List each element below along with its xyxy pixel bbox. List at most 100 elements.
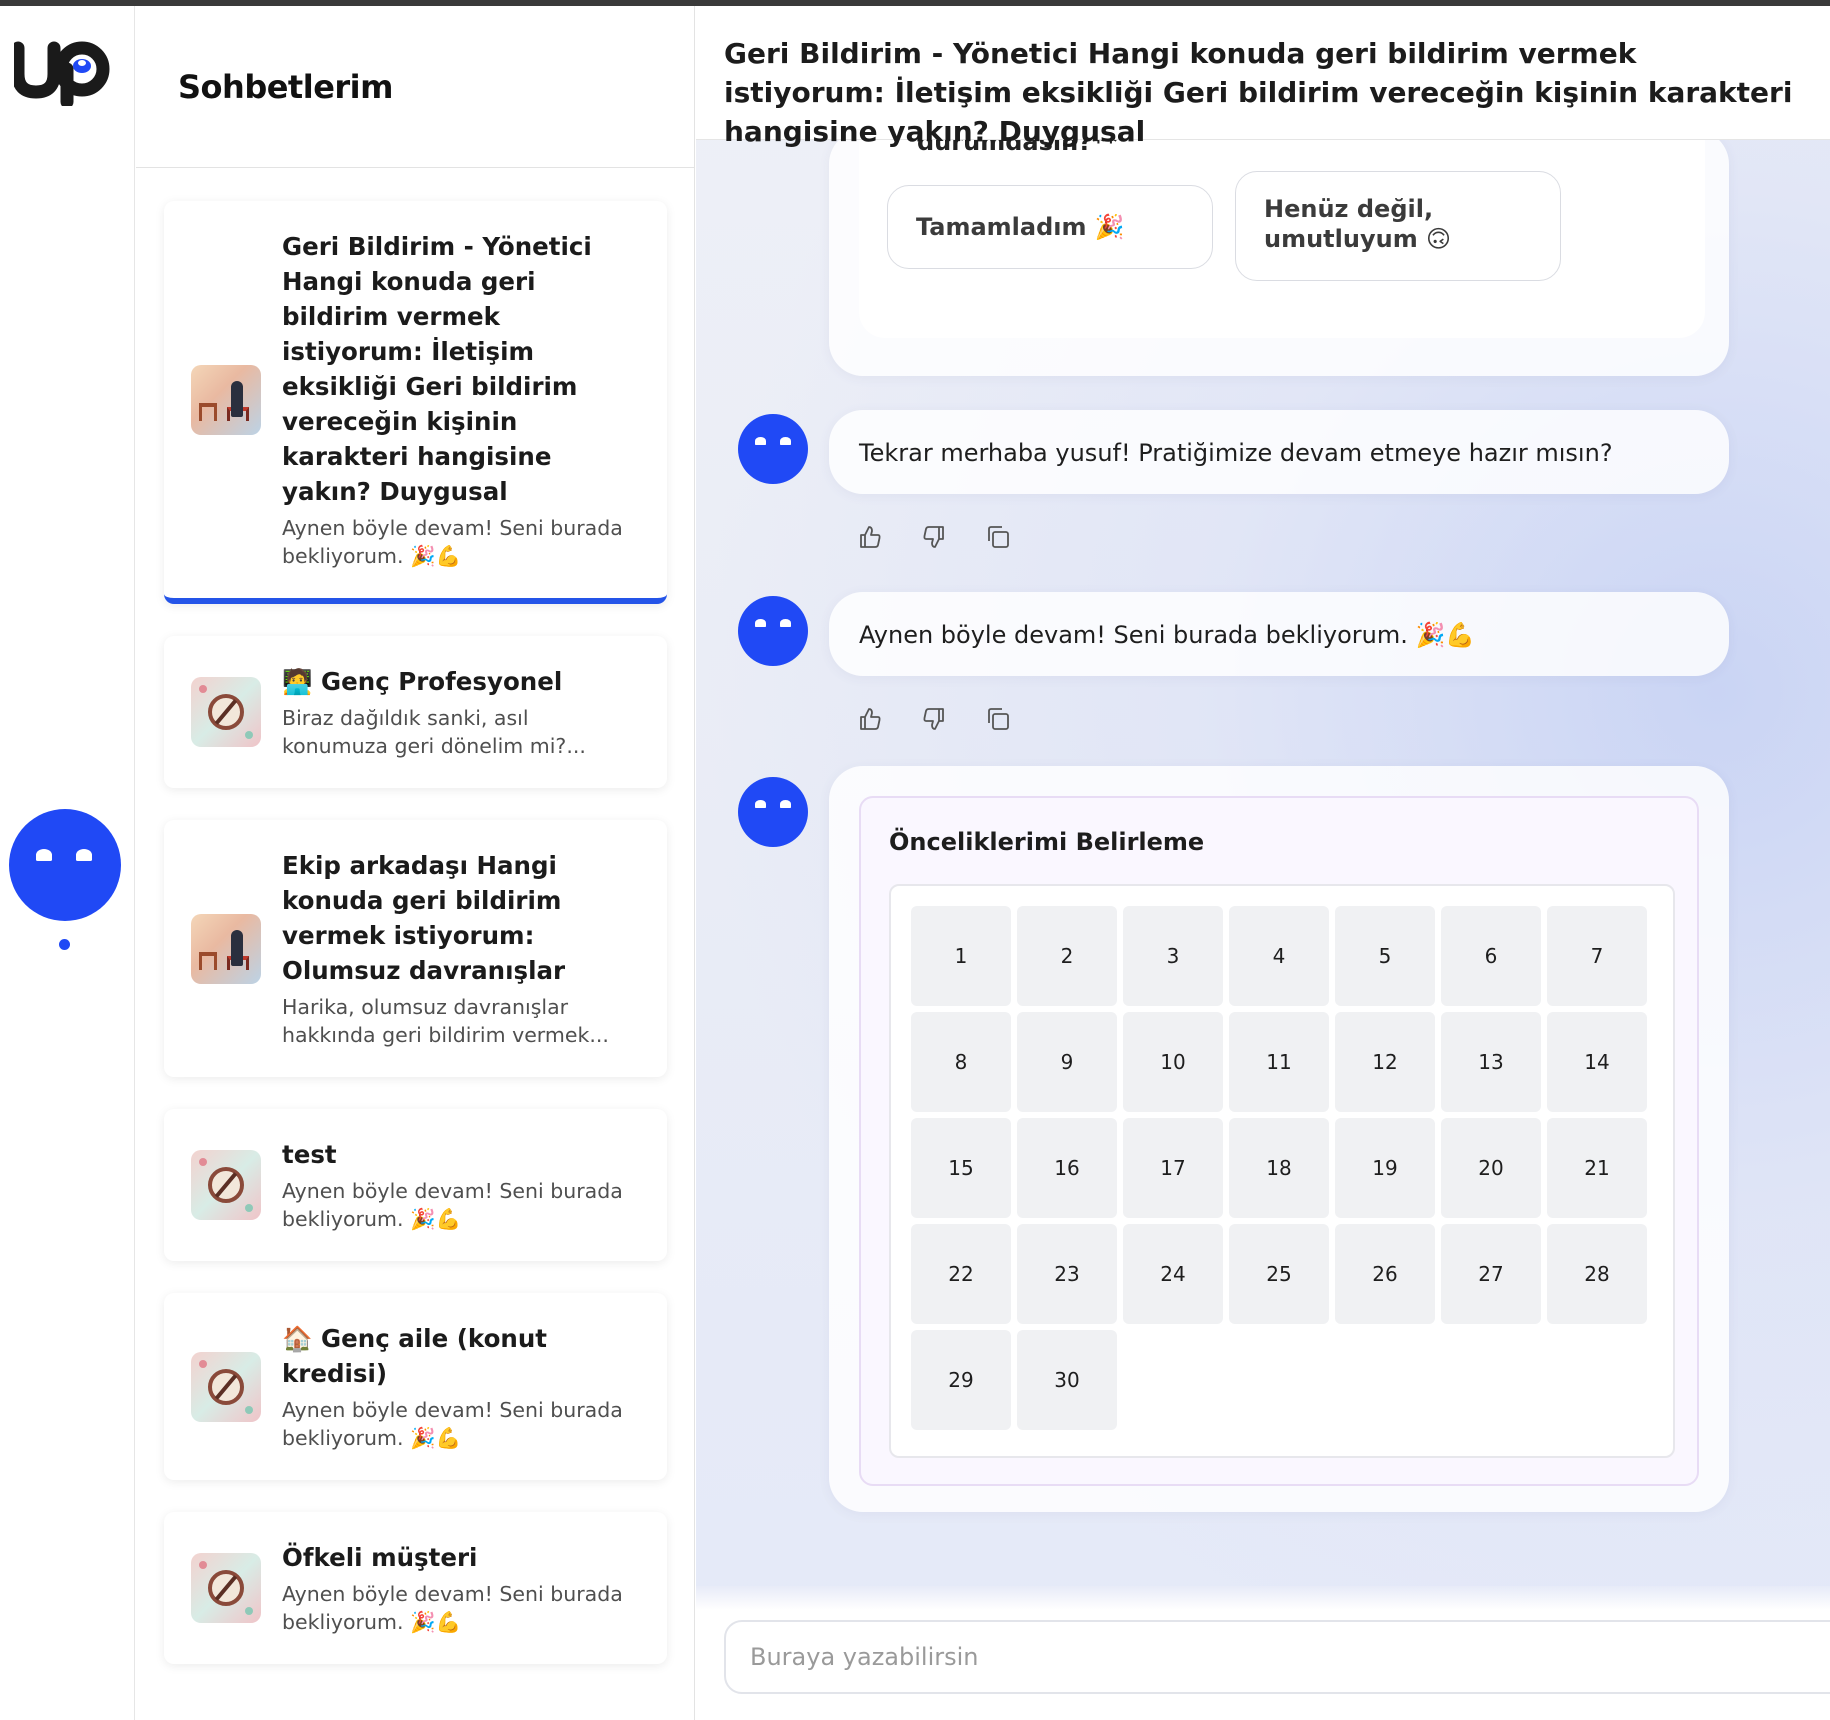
calendar-day[interactable]: 25: [1229, 1224, 1329, 1324]
conversation-item[interactable]: Öfkeli müşteri Aynen böyle devam! Seni bu…: [164, 1512, 667, 1664]
conversation-text: 🧑‍💻 Genç Profesyonel Biraz dağıldık sanki…: [282, 664, 641, 760]
calendar-day[interactable]: 20: [1441, 1118, 1541, 1218]
decoration-dot: [199, 1158, 207, 1166]
calendar-day[interactable]: 22: [911, 1224, 1011, 1324]
calendar-day[interactable]: 30: [1017, 1330, 1117, 1430]
conversation-list: Geri Bildirim - Yönetici Hangi konuda ge…: [164, 201, 667, 1696]
calendar-day[interactable]: 1: [911, 906, 1011, 1006]
message-text: Aynen böyle devam! Seni burada bekliyoru…: [859, 621, 1476, 649]
eye-icon: [780, 437, 791, 445]
conversation-thumbnail: [191, 1553, 261, 1623]
thumbs-down-icon[interactable]: [921, 524, 947, 550]
message-text: Tekrar merhaba yusuf! Pratiğimize devam …: [859, 439, 1613, 467]
conversation-title: Öfkeli müşteri: [282, 1543, 478, 1572]
calendar-day[interactable]: 28: [1547, 1224, 1647, 1324]
calendar-message: Önceliklerimi Belirleme 1 2 3 4 5 6 7 8 9 10 11 12 1…: [829, 766, 1729, 1512]
calendar-day[interactable]: 13: [1441, 1012, 1541, 1112]
conversation-preview: Aynen böyle devam! Seni burada bekliyoru…: [282, 516, 623, 568]
decoration-dot: [245, 1204, 253, 1212]
conversations-header: Sohbetlerim: [136, 6, 694, 168]
thumbs-down-icon[interactable]: [921, 706, 947, 732]
conversation-item[interactable]: 🧑‍💻 Genç Profesyonel Biraz dağıldık sanki…: [164, 636, 667, 788]
copy-icon[interactable]: [985, 706, 1011, 732]
status-dot: [59, 939, 70, 950]
decoration-dot: [245, 1405, 253, 1414]
composer: [696, 1586, 1830, 1720]
conversation-title: Geri Bildirim - Yönetici Hangi konuda ge…: [282, 232, 592, 506]
conversation-preview: Aynen böyle devam! Seni burada bekliyoru…: [282, 1582, 623, 1634]
bot-message: Aynen böyle devam! Seni burada bekliyoru…: [829, 592, 1729, 676]
calendar-day[interactable]: 9: [1017, 1012, 1117, 1112]
chat-area: Geri Bildirim - Yönetici Hangi konuda ge…: [696, 6, 1830, 1720]
calendar-day[interactable]: 24: [1123, 1224, 1223, 1324]
decoration-dot: [199, 1561, 207, 1569]
calendar-day[interactable]: 11: [1229, 1012, 1329, 1112]
calendar-day[interactable]: 23: [1017, 1224, 1117, 1324]
person-icon: [231, 929, 243, 966]
calendar-day[interactable]: 2: [1017, 906, 1117, 1006]
chat-title: Geri Bildirim - Yönetici Hangi konuda ge…: [724, 37, 1793, 148]
calendar-day[interactable]: 29: [911, 1330, 1011, 1430]
conversations-panel: Sohbetlerim Geri Bildirim - Yönetici Han…: [136, 6, 695, 1720]
decoration-dot: [245, 1607, 253, 1615]
calendar-grid-box: 1 2 3 4 5 6 7 8 9 10 11 12 13 14 15 16 17 18 19 20 21 22 23 24 2…: [889, 884, 1675, 1458]
calendar-day[interactable]: 15: [911, 1118, 1011, 1218]
calendar-day[interactable]: 14: [1547, 1012, 1647, 1112]
calendar-day[interactable]: 8: [911, 1012, 1011, 1112]
assistant-avatar[interactable]: [9, 809, 121, 921]
conversation-title: Ekip arkadaşı Hangi konuda geri bildirim…: [282, 851, 566, 985]
calendar-day[interactable]: 16: [1017, 1118, 1117, 1218]
left-rail: [0, 6, 135, 1720]
message-actions: [857, 706, 1011, 732]
conversation-item[interactable]: 🏠 Genç aile (konut kredisi) Aynen böyle d…: [164, 1293, 667, 1480]
calendar-day[interactable]: 18: [1229, 1118, 1329, 1218]
calendar-day[interactable]: 19: [1335, 1118, 1435, 1218]
bot-avatar: [738, 596, 808, 666]
calendar-day[interactable]: 27: [1441, 1224, 1541, 1324]
calendar-day[interactable]: 10: [1123, 1012, 1223, 1112]
conversation-thumbnail: [191, 677, 261, 747]
conversation-title: test: [282, 1140, 337, 1169]
eye-icon: [755, 800, 766, 808]
message-input[interactable]: [724, 1620, 1830, 1694]
conversation-title: 🧑‍💻 Genç Profesyonel: [282, 667, 563, 696]
conversation-item[interactable]: Geri Bildirim - Yönetici Hangi konuda ge…: [164, 201, 667, 604]
conversation-item[interactable]: Ekip arkadaşı Hangi konuda geri bildirim…: [164, 820, 667, 1077]
conversation-item[interactable]: test Aynen böyle devam! Seni burada bekli…: [164, 1109, 667, 1261]
thumbs-up-icon[interactable]: [857, 706, 883, 732]
thumbs-up-icon[interactable]: [857, 524, 883, 550]
calendar-day[interactable]: 12: [1335, 1012, 1435, 1112]
eye-icon: [36, 849, 52, 861]
calendar-day[interactable]: 21: [1547, 1118, 1647, 1218]
conversation-text: Öfkeli müşteri Aynen böyle devam! Seni bu…: [282, 1540, 641, 1636]
conversation-thumbnail: [191, 364, 261, 435]
decoration-dot: [245, 731, 253, 739]
calendar-grid: 1 2 3 4 5 6 7 8 9 10 11 12 13 14 15 16 17 18 19 20 21 22 23 24 2…: [911, 906, 1653, 1430]
calendar-day[interactable]: 6: [1441, 906, 1541, 1006]
calendar-day[interactable]: 3: [1123, 906, 1223, 1006]
bot-avatar: [738, 414, 808, 484]
calendar-day[interactable]: 5: [1335, 906, 1435, 1006]
quiz-message: durumdasın?** Tamamladım 🎉 Henüz değil, …: [829, 140, 1729, 376]
app-logo[interactable]: [11, 36, 118, 109]
conversations-title: Sohbetlerim: [178, 67, 393, 106]
option-not-yet-button[interactable]: Henüz değil, umutluyum 🙃: [1235, 171, 1561, 281]
chat-header: Geri Bildirim - Yönetici Hangi konuda ge…: [696, 6, 1830, 148]
message-list: durumdasın?** Tamamladım 🎉 Henüz değil, …: [696, 140, 1830, 1586]
calendar-day[interactable]: 4: [1229, 906, 1329, 1006]
conversation-text: Geri Bildirim - Yönetici Hangi konuda ge…: [282, 229, 641, 570]
conversation-preview: Harika, olumsuz davranışlar hakkında ger…: [282, 995, 609, 1047]
conversation-thumbnail: [191, 1351, 261, 1422]
conversation-title: 🏠 Genç aile (konut kredisi): [282, 1324, 547, 1388]
copy-icon[interactable]: [985, 524, 1011, 550]
calendar-day[interactable]: 17: [1123, 1118, 1223, 1218]
bot-message: Tekrar merhaba yusuf! Pratiğimize devam …: [829, 410, 1729, 494]
message-actions: [857, 524, 1011, 550]
eye-icon: [780, 800, 791, 808]
option-completed-button[interactable]: Tamamladım 🎉: [887, 185, 1213, 269]
chair-icon: [199, 402, 217, 421]
calendar-day[interactable]: 26: [1335, 1224, 1435, 1324]
calendar-day[interactable]: 7: [1547, 906, 1647, 1006]
eye-icon: [755, 619, 766, 627]
eye-icon: [755, 437, 766, 445]
